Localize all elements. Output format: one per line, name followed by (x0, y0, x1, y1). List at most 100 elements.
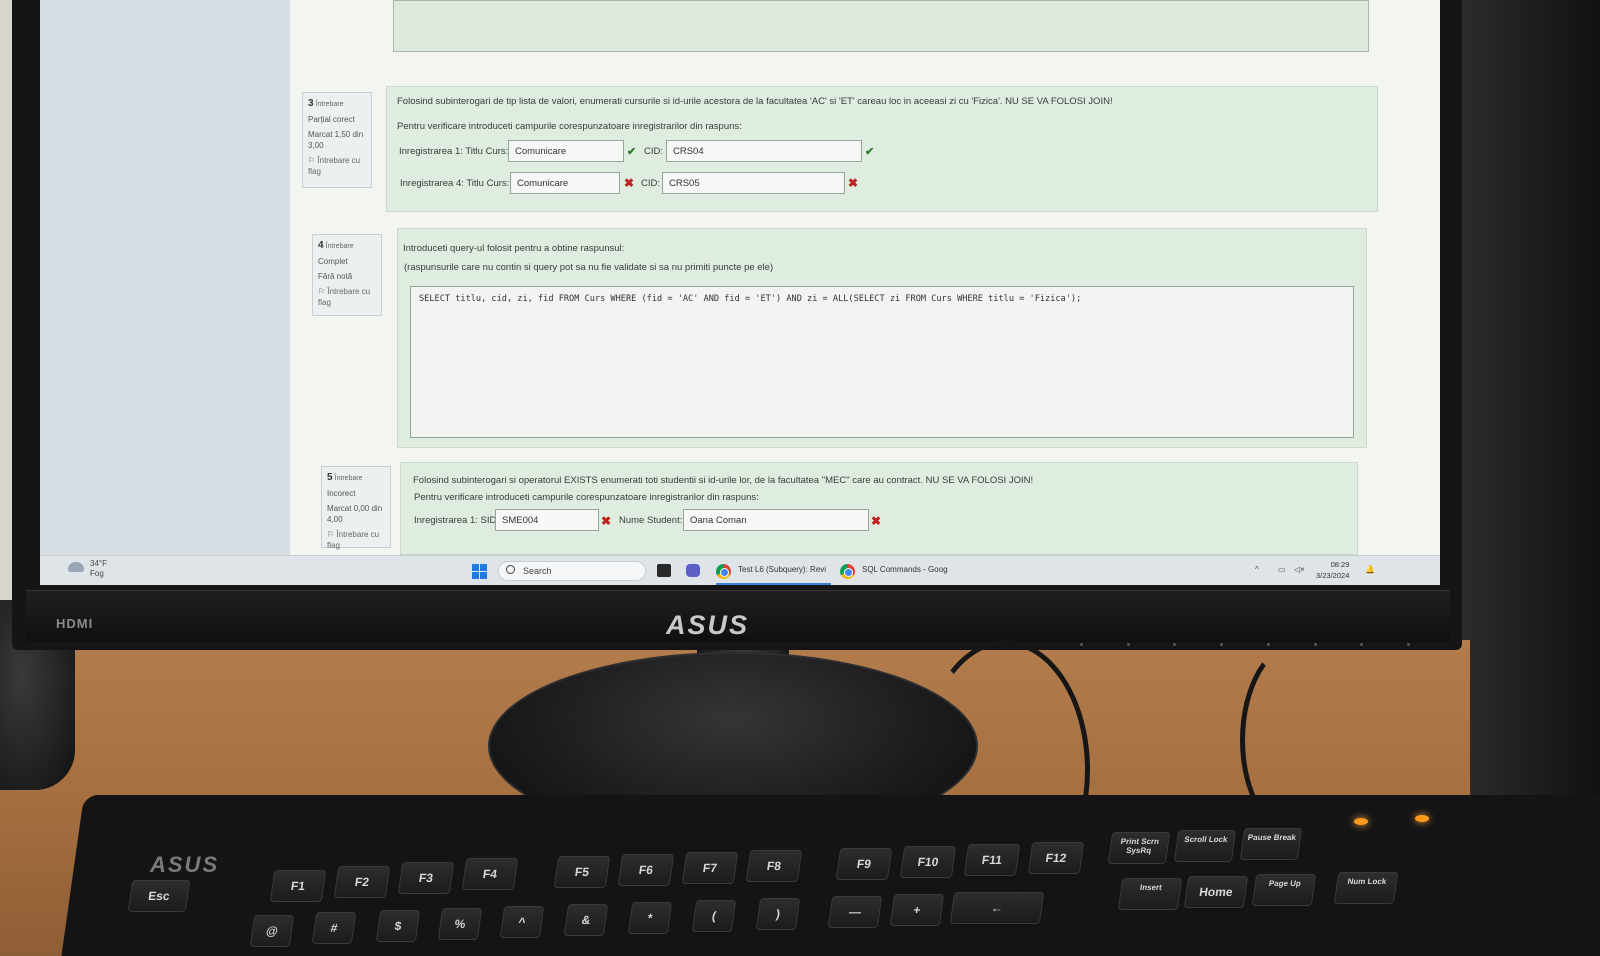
q5-sid-input[interactable]: SME004 (495, 509, 599, 531)
question-4-number: 4 (318, 240, 324, 251)
chrome-icon[interactable] (716, 564, 731, 579)
key-num-lock[interactable]: Num Lock (1333, 872, 1399, 904)
q3-row2-label: Inregistrarea 4: Titlu Curs: (400, 178, 510, 189)
question-3-flag[interactable]: ⚐ Întrebare cu flag (308, 155, 366, 177)
key--[interactable]: — (827, 896, 883, 928)
key-f6[interactable]: F6 (617, 854, 675, 886)
previous-answer-textarea[interactable] (393, 0, 1369, 52)
question-4-flag[interactable]: ⚐ Întrebare cu flag (318, 286, 376, 308)
weather-temp: 34°F (90, 559, 107, 568)
key--[interactable]: * (627, 902, 673, 934)
windows-start-icon[interactable] (472, 564, 487, 579)
question-3-text: Folosind subinterogari de tip lista de v… (397, 96, 1113, 107)
key--[interactable]: + (889, 894, 945, 926)
left-panel (40, 0, 290, 555)
question-5-info: 5 Întrebare Incorect Marcat 0,00 din 4,00… (321, 466, 391, 551)
q5-name-label: Nume Student: (619, 515, 683, 526)
question-5-flag-label: Întrebare cu flag (327, 530, 380, 550)
monitor-screen: 3 Întrebare Parțial corect Marcat 1,50 di… (40, 0, 1440, 585)
q3-row2-cid-input[interactable]: CRS05 (662, 172, 845, 194)
key-f8[interactable]: F8 (745, 850, 803, 882)
key-home[interactable]: Home (1183, 876, 1249, 908)
weather-widget[interactable]: 34°F Fog (90, 559, 107, 579)
keyboard-brand-logo: ASUS (150, 852, 220, 877)
taskbar-app-sql[interactable]: SQL Commands - Goog (862, 565, 948, 574)
keyboard-led (1415, 815, 1429, 822)
question-3-number: 3 (308, 98, 314, 109)
question-3-flag-label: Întrebare cu flag (308, 156, 361, 176)
key-f12[interactable]: F12 (1027, 842, 1085, 874)
q3-row2-cid-label: CID: (641, 178, 660, 189)
key--[interactable]: & (563, 904, 609, 936)
key--[interactable]: ( (691, 900, 737, 932)
hdmi-label: HDMI (56, 616, 94, 631)
key--[interactable]: @ (249, 915, 295, 947)
clock-time: 08:29 (1330, 560, 1350, 569)
notification-bell-icon[interactable]: 🔔 (1365, 565, 1375, 574)
key-f4[interactable]: F4 (461, 858, 519, 890)
question-3-state: Parțial corect (308, 115, 355, 124)
key--[interactable]: ← (949, 892, 1045, 924)
q3-row2-title-input[interactable]: Comunicare (510, 172, 620, 194)
question-4-state: Complet (318, 257, 348, 266)
sql-answer-textarea[interactable]: SELECT titlu, cid, zi, fid FROM Curs WHE… (410, 286, 1354, 438)
key--[interactable]: ^ (499, 906, 545, 938)
key-f1[interactable]: F1 (269, 870, 327, 902)
key--[interactable]: ) (755, 898, 801, 930)
question-4-note: (raspunsurile care nu contin si query po… (404, 262, 774, 273)
question-3-mark: Marcat 1,50 din 3,00 (308, 130, 364, 150)
question-4-text: Introduceti query-ul folosit pentru a ob… (403, 243, 625, 254)
question-5-state: Incorect (327, 489, 356, 498)
question-3-info: 3 Întrebare Parțial corect Marcat 1,50 di… (302, 92, 372, 188)
question-5-text: Folosind subinterogari si operatorul EXI… (413, 475, 1034, 486)
key--[interactable]: % (437, 908, 483, 940)
cross-icon: ✖ (848, 176, 859, 190)
question-5-flag[interactable]: ⚐ Întrebare cu flag (327, 529, 385, 551)
key-f5[interactable]: F5 (553, 856, 611, 888)
active-app-indicator (716, 583, 831, 585)
question-4-mark: Fără notă (318, 272, 353, 281)
q3-row1-title-input[interactable]: Comunicare (508, 140, 624, 162)
key-insert[interactable]: Insert (1117, 878, 1183, 910)
monitor-brand-logo: ASUS (666, 610, 750, 640)
key-pause-break[interactable]: Pause Break (1239, 828, 1303, 860)
key-f10[interactable]: F10 (899, 846, 957, 878)
clock-date: 3/23/2024 (1316, 571, 1350, 580)
chrome-icon[interactable] (840, 564, 855, 579)
key-print-scrn-sysrq[interactable]: Print Scrn SysRq (1107, 832, 1171, 864)
key-f7[interactable]: F7 (681, 852, 739, 884)
check-icon: ✔ (627, 146, 637, 158)
task-view-icon[interactable] (657, 564, 671, 577)
taskbar-clock[interactable]: 08:29 3/23/2024 (1316, 559, 1349, 581)
key-f11[interactable]: F11 (963, 844, 1021, 876)
q5-row1-label: Inregistrarea 1: SID: (414, 515, 500, 526)
teams-icon[interactable] (686, 564, 700, 577)
key-scroll-lock[interactable]: Scroll Lock (1173, 830, 1237, 862)
pc-tower (1470, 0, 1600, 800)
key--[interactable]: $ (375, 910, 421, 942)
key-esc[interactable]: Esc (127, 880, 191, 912)
taskbar-app-test[interactable]: Test L6 (Subquery): Revi (738, 565, 826, 574)
key-f3[interactable]: F3 (397, 862, 455, 894)
network-icon[interactable]: ▭ (1278, 565, 1286, 574)
q5-name-input[interactable]: Oana Coman (683, 509, 869, 531)
chevron-up-icon[interactable]: ^ (1255, 565, 1259, 574)
cross-icon: ✖ (624, 176, 635, 190)
question-4-flag-label: Întrebare cu flag (318, 287, 371, 307)
question-5-mark: Marcat 0,00 din 4,00 (327, 504, 383, 524)
key--[interactable]: # (311, 912, 357, 944)
question-4-info: 4 Întrebare Complet Fără notă ⚐ Întrebare… (312, 234, 382, 316)
windows-taskbar: 34°F Fog Search Test L6 (Subquery): Revi… (40, 555, 1440, 585)
q3-row1-cid-input[interactable]: CRS04 (666, 140, 862, 162)
question-5-word: Întrebare (334, 475, 363, 482)
cross-icon: ✖ (871, 514, 882, 528)
key-f9[interactable]: F9 (835, 848, 893, 880)
question-4-word: Întrebare (325, 243, 354, 250)
fog-weather-icon (68, 562, 84, 572)
volume-muted-icon[interactable]: ◁× (1294, 565, 1305, 574)
taskbar-search[interactable]: Search (498, 561, 646, 581)
check-icon: ✔ (865, 146, 875, 158)
key-page-up[interactable]: Page Up (1251, 874, 1317, 906)
key-f2[interactable]: F2 (333, 866, 391, 898)
weather-condition: Fog (90, 569, 104, 578)
